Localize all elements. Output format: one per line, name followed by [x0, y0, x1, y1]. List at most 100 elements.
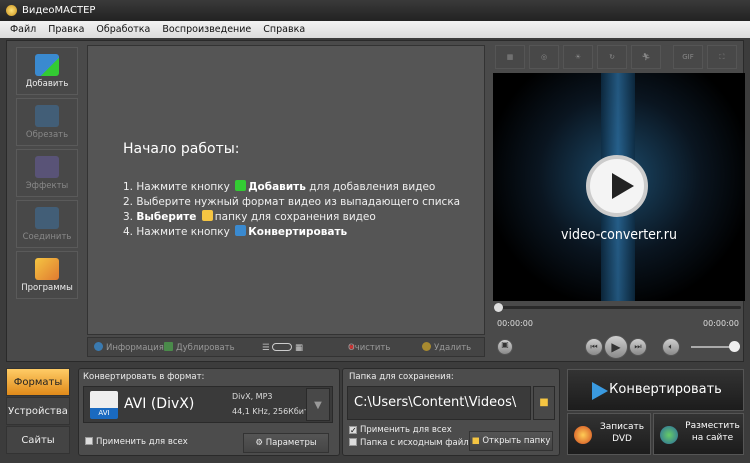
parameters-label: Параметры: [265, 438, 317, 448]
view-toggle[interactable]: ☰ ▦: [262, 338, 303, 358]
video-preview[interactable]: video-converter.ru: [493, 73, 745, 301]
clear-label: Очистить: [348, 343, 391, 353]
trim-button[interactable]: Обрезать: [16, 98, 78, 146]
volume-handle[interactable]: [729, 341, 740, 352]
format-codecs: DivX, MP3: [232, 392, 273, 401]
delete-button[interactable]: Удалить: [422, 338, 471, 358]
stabilize-icon[interactable]: ◎: [529, 45, 559, 69]
checkbox-icon: [85, 437, 93, 445]
add-button[interactable]: Добавить: [16, 47, 78, 95]
step-bold: Конвертировать: [248, 226, 348, 238]
checkbox-checked-icon: ✓: [349, 426, 357, 435]
folder-icon: ■: [539, 397, 549, 408]
speed-icon[interactable]: 🏃︎: [631, 45, 661, 69]
add-mini-icon: [235, 180, 247, 191]
effects-toolbar: ▦ ◎ ☀ ↻ 🏃︎ GIF ⛶: [491, 43, 743, 71]
folder-apply-all-checkbox[interactable]: ✓ Применить для всех: [349, 425, 452, 435]
info-button[interactable]: Информация: [94, 338, 164, 358]
step-4: 4. Нажмите кнопку Конвертировать: [123, 225, 460, 240]
browse-folder-button[interactable]: ■: [533, 386, 555, 420]
instructions: 1. Нажмите кнопку Добавить для добавлени…: [123, 180, 460, 240]
dvd-label-2: DVD: [612, 434, 632, 444]
open-folder-button[interactable]: ■ Открыть папку: [469, 431, 553, 451]
chevron-down-icon[interactable]: ▼: [306, 388, 330, 421]
effects-icon: [35, 156, 59, 178]
film-cut-icon: [35, 105, 59, 127]
step-3: 3. Выберите папку для сохранения видео: [123, 210, 460, 225]
step-text: 4. Нажмите кнопку: [123, 226, 230, 238]
info-icon: [94, 342, 103, 351]
brightness-icon[interactable]: ☀: [563, 45, 593, 69]
folder-label: Папка для сохранения:: [349, 372, 454, 382]
delete-icon: [422, 342, 431, 351]
menu-file[interactable]: Файл: [10, 21, 36, 38]
crop-icon[interactable]: ▦: [495, 45, 525, 69]
getting-started-heading: Начало работы:: [123, 141, 240, 157]
convert-mini-icon: [235, 225, 247, 236]
step-text: 3.: [123, 211, 134, 223]
menu-bar: Файл Правка Обработка Воспроизведение Сп…: [0, 21, 750, 38]
upload-label-1: Разместить: [685, 421, 740, 431]
menu-help[interactable]: Справка: [263, 21, 305, 38]
menu-edit[interactable]: Правка: [48, 21, 84, 38]
tab-devices[interactable]: Устройства: [6, 397, 70, 425]
play-button[interactable]: ▶: [604, 335, 628, 359]
next-button[interactable]: ⏭: [629, 338, 647, 356]
format-select[interactable]: AVI AVI (DivX) DivX, MP3 44,1 KHz, 256Кб…: [83, 386, 333, 423]
info-label: Информация: [106, 343, 164, 353]
workspace: Добавить Обрезать Эффекты Соединить Прог…: [6, 40, 745, 362]
duplicate-label: Дублировать: [176, 343, 235, 353]
fullscreen-icon[interactable]: ⛶: [707, 45, 737, 69]
apply-all-label: Применить для всех: [96, 437, 188, 447]
upload-button[interactable]: Разместить на сайте: [653, 413, 744, 455]
gear-icon: ⚙: [255, 438, 263, 448]
folder-path-input[interactable]: C:\Users\Content\Videos\: [347, 386, 531, 420]
snapshot-button[interactable]: ▣: [497, 339, 513, 355]
time-total: 00:00:00: [703, 319, 739, 328]
play-icon[interactable]: [586, 155, 648, 217]
apply-all-label: Применить для всех: [360, 425, 452, 435]
window-title: ВидеоМАСТЕР: [22, 5, 96, 16]
step-text: папку для сохранения видео: [214, 211, 376, 223]
gif-icon[interactable]: GIF: [673, 45, 703, 69]
effects-label: Эффекты: [25, 181, 69, 191]
timeline-slider[interactable]: [494, 303, 741, 312]
film-add-icon: [35, 54, 59, 76]
format-name: AVI (DivX): [124, 396, 195, 412]
tab-formats[interactable]: Форматы: [6, 368, 70, 396]
dvd-icon: [574, 426, 592, 444]
parameters-button[interactable]: ⚙ Параметры: [243, 433, 329, 453]
timeline-handle[interactable]: [494, 303, 503, 312]
list-toolbar: Информация Дублировать ☰ ▦ ✖ Очистить Уд…: [87, 337, 485, 357]
volume-icon[interactable]: 🔈︎: [662, 338, 680, 356]
burn-dvd-button[interactable]: Записать DVD: [567, 413, 651, 455]
programs-label: Программы: [21, 283, 73, 293]
bottom-panel: Форматы Устройства Сайты Конвертировать …: [6, 365, 744, 459]
duplicate-button[interactable]: Дублировать: [164, 338, 235, 358]
source-folder-label: Папка с исходным файлом: [360, 438, 481, 448]
film-join-icon: [35, 207, 59, 229]
format-apply-all-checkbox[interactable]: Применить для всех: [85, 437, 188, 447]
format-audio: 44,1 KHz, 256Кбит: [232, 407, 309, 416]
menu-playback[interactable]: Воспроизведение: [162, 21, 251, 38]
step-bold: Выберите: [136, 211, 197, 223]
step-text: для добавления видео: [309, 181, 436, 193]
join-label: Соединить: [22, 232, 72, 242]
checkbox-icon: [349, 438, 357, 446]
tab-sites[interactable]: Сайты: [6, 426, 70, 454]
avi-format-icon: AVI: [90, 391, 118, 419]
title-bar: ВидеоМАСТЕР: [0, 0, 750, 21]
source-folder-checkbox[interactable]: Папка с исходным файлом: [349, 438, 480, 448]
format-label: Конвертировать в формат:: [83, 372, 205, 382]
effects-button[interactable]: Эффекты: [16, 149, 78, 197]
globe-upload-icon: [660, 426, 678, 444]
app-logo-icon: [6, 5, 17, 16]
file-list-area[interactable]: Начало работы: 1. Нажмите кнопку Добавит…: [87, 45, 485, 335]
output-folder-panel: Папка для сохранения: C:\Users\Content\V…: [342, 368, 560, 456]
programs-button[interactable]: Программы: [16, 251, 78, 299]
prev-button[interactable]: ⏮: [585, 338, 603, 356]
join-button[interactable]: Соединить: [16, 200, 78, 248]
menu-processing[interactable]: Обработка: [96, 21, 150, 38]
rotate-icon[interactable]: ↻: [597, 45, 627, 69]
convert-button[interactable]: Конвертировать: [567, 369, 744, 411]
